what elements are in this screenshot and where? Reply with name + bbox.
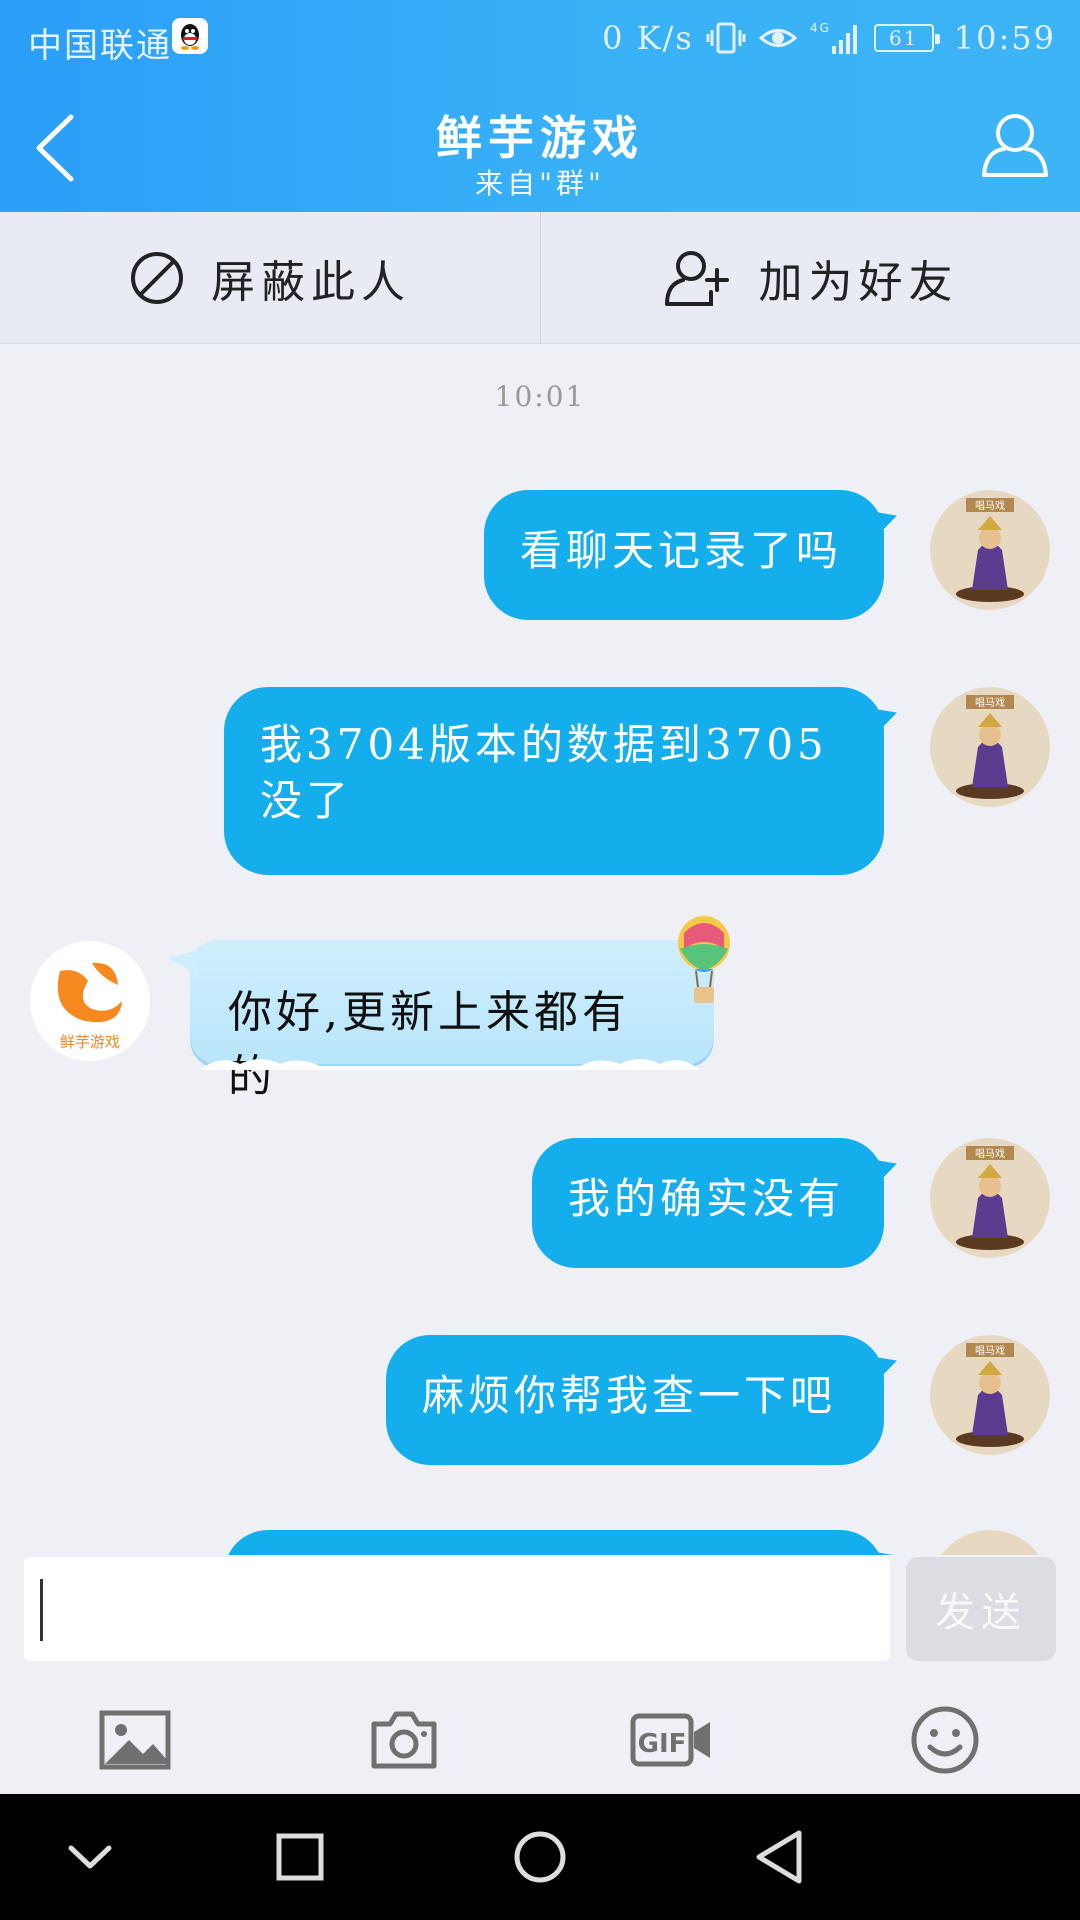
system-nav-bar: [0, 1794, 1080, 1920]
status-indicators: 0 K/s 4G 61 10:59: [602, 18, 1056, 58]
profile-button[interactable]: [976, 104, 1054, 184]
block-icon: [131, 252, 183, 304]
outgoing-message-partial[interactable]: [224, 1530, 884, 1555]
add-friend-button[interactable]: 加为好友: [540, 212, 1080, 344]
message-input[interactable]: [24, 1557, 890, 1661]
my-avatar[interactable]: 唱马戏: [930, 687, 1050, 807]
network-speed: 0 K/s: [602, 19, 694, 57]
my-avatar[interactable]: 唱马戏: [930, 490, 1050, 610]
message-text: 我的确实没有: [568, 1174, 845, 1223]
outgoing-message[interactable]: 我的确实没有: [532, 1138, 884, 1268]
composer-toolbar: GIF: [0, 1680, 1080, 1794]
cloud-decoration: [200, 1059, 700, 1070]
gif-icon: GIF: [630, 1713, 710, 1767]
svg-text:唱马戏: 唱马戏: [975, 500, 1005, 512]
network-type: 4G: [810, 21, 831, 35]
message-text: 你好,更新上来都有的: [228, 987, 630, 1102]
svg-text:唱马戏: 唱马戏: [975, 1148, 1005, 1160]
page-title: 鲜芋游戏: [436, 111, 644, 165]
gif-button[interactable]: GIF: [630, 1700, 714, 1780]
message-text: 看聊天记录了吗: [520, 526, 843, 575]
chat-area[interactable]: 10:01 看聊天记录了吗 唱马戏 我3704版本的数据到3705没了 唱马戏: [0, 345, 1080, 1555]
outgoing-message[interactable]: 我3704版本的数据到3705没了: [224, 687, 884, 875]
back-nav-button[interactable]: [745, 1822, 815, 1892]
incoming-message[interactable]: 你好,更新上来都有的: [168, 940, 714, 1102]
send-button[interactable]: 发送: [906, 1557, 1056, 1661]
carrier-name: 中国联通: [28, 26, 172, 66]
clock: 10:59: [953, 19, 1056, 57]
chevron-down-icon: [68, 1845, 112, 1869]
vibrate-icon: [706, 21, 746, 55]
composer: 发送: [0, 1555, 1080, 1665]
camera-icon: [371, 1711, 437, 1769]
add-friend-label: 加为好友: [758, 257, 959, 308]
qq-notification-icon: [172, 18, 208, 54]
signal-icon: 4G: [810, 20, 862, 56]
message-text: 麻烦你帮我查一下吧: [422, 1371, 837, 1420]
header: 中国联通 0 K/s 4G 61 10:59 鲜芋游戏 来自"群": [0, 0, 1080, 212]
emoji-icon: [911, 1706, 979, 1774]
circle-icon: [514, 1831, 566, 1883]
hide-nav-button[interactable]: [55, 1822, 125, 1892]
text-caret: [40, 1579, 43, 1641]
image-button[interactable]: [95, 1700, 175, 1780]
message-text: 我3704版本的数据到3705没了: [260, 720, 828, 825]
message-timestamp: 10:01: [494, 380, 586, 413]
home-button[interactable]: [505, 1822, 575, 1892]
svg-text:GIF: GIF: [638, 1729, 687, 1759]
outgoing-message[interactable]: 看聊天记录了吗: [484, 490, 884, 620]
emoji-button[interactable]: [905, 1700, 985, 1780]
svg-text:唱马戏: 唱马戏: [975, 697, 1005, 709]
triangle-back-icon: [756, 1830, 802, 1884]
my-avatar[interactable]: 唱马戏: [930, 1335, 1050, 1455]
my-avatar[interactable]: 唱马戏: [930, 1138, 1050, 1258]
status-bar: 中国联通 0 K/s 4G 61 10:59: [0, 0, 1080, 78]
page-subtitle: 来自"群": [475, 167, 605, 200]
image-icon: [99, 1710, 171, 1770]
recents-button[interactable]: [265, 1822, 335, 1892]
eye-comfort-icon: [758, 23, 798, 53]
add-person-icon: [664, 251, 729, 306]
balloon-decoration-icon: [678, 916, 730, 1003]
svg-text:唱马戏: 唱马戏: [975, 1345, 1005, 1357]
outgoing-message[interactable]: 麻烦你帮我查一下吧: [386, 1335, 884, 1465]
block-user-label: 屏蔽此人: [211, 257, 411, 308]
camera-button[interactable]: [364, 1700, 444, 1780]
block-user-button[interactable]: 屏蔽此人: [0, 212, 540, 344]
my-avatar[interactable]: [930, 1530, 1050, 1555]
battery-indicator: 61: [873, 24, 940, 52]
square-icon: [276, 1833, 324, 1881]
contact-avatar[interactable]: 鲜芋游戏: [30, 941, 150, 1061]
stranger-action-bar: 屏蔽此人 加为好友: [0, 212, 1080, 344]
svg-text:鲜芋游戏: 鲜芋游戏: [60, 1033, 120, 1051]
person-icon: [982, 114, 1048, 177]
